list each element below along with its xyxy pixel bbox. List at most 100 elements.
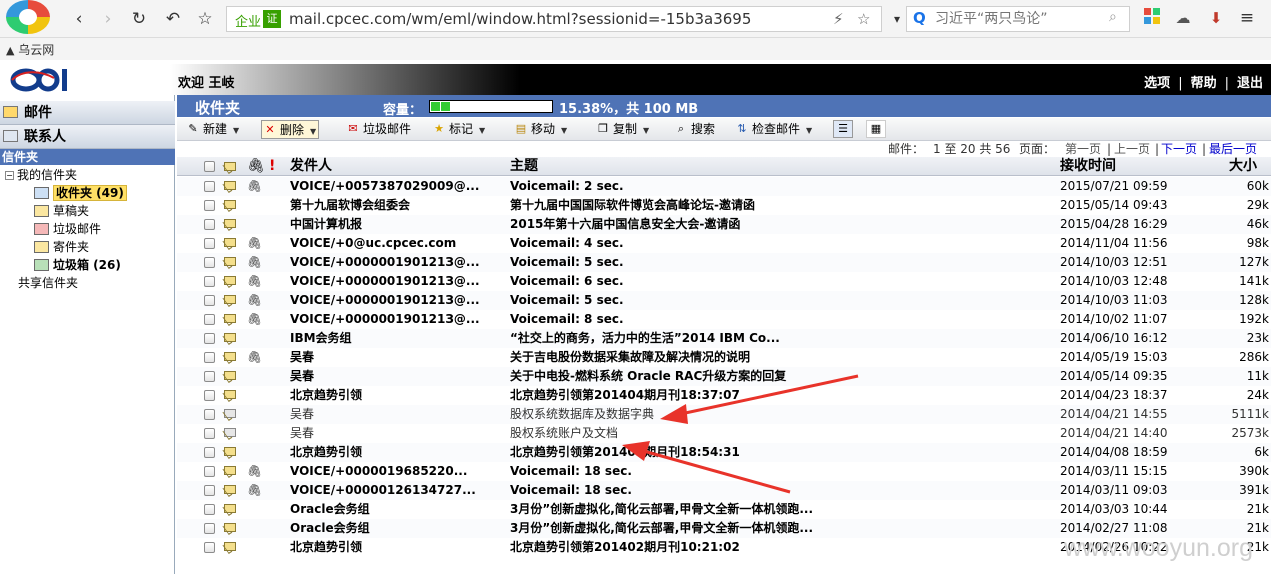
- message-checkbox[interactable]: [204, 390, 215, 401]
- message-subject[interactable]: 2015年第十六届中国信息安全大会-邀请函: [510, 215, 1050, 234]
- mark-button[interactable]: ★ 标记 ▼: [431, 120, 485, 139]
- back-icon[interactable]: ‹: [68, 8, 90, 30]
- message-checkbox[interactable]: [204, 333, 215, 344]
- certificate-badge[interactable]: 证: [263, 10, 281, 28]
- message-checkbox[interactable]: [204, 409, 215, 420]
- folder-sent[interactable]: 寄件夹: [34, 239, 89, 255]
- message-sender[interactable]: VOICE/+0000019685220...: [290, 462, 500, 481]
- message-subject[interactable]: Voicemail: 6 sec.: [510, 272, 1050, 291]
- read-status-header-icon[interactable]: [224, 162, 236, 171]
- message-checkbox[interactable]: [204, 276, 215, 287]
- first-page-link[interactable]: 第一页: [1065, 141, 1101, 157]
- message-row[interactable]: 🖇︎ 吴春 关于吉电股份数据采集故障及解决情况的说明 2014/05/19 15:03…: [177, 348, 1271, 367]
- options-link[interactable]: 选项: [1144, 76, 1170, 91]
- star-icon[interactable]: ☆: [857, 10, 870, 28]
- message-sender[interactable]: VOICE/+0057387029009@...: [290, 177, 500, 196]
- message-subject[interactable]: 股权系统数据库及数据字典: [510, 405, 1050, 424]
- message-sender[interactable]: VOICE/+000000190121З@...: [290, 253, 500, 272]
- message-checkbox[interactable]: [204, 238, 215, 249]
- column-subject[interactable]: 主题: [510, 157, 538, 176]
- last-page-link[interactable]: 最后一页: [1209, 141, 1257, 157]
- message-checkbox[interactable]: [204, 181, 215, 192]
- message-subject[interactable]: 第十九届中国国际软件博览会高峰论坛-邀请函: [510, 196, 1050, 215]
- lightning-icon[interactable]: ⚡︎: [833, 10, 844, 28]
- logout-link[interactable]: 退出: [1237, 76, 1263, 91]
- message-checkbox[interactable]: [204, 219, 215, 230]
- message-sender[interactable]: IBM会务组: [290, 329, 500, 348]
- message-row[interactable]: 🖇︎ VOICE/+0@uc.cpcec.com Voicemail: 4 sec.…: [177, 234, 1271, 253]
- message-sender[interactable]: 北京趋势引领: [290, 538, 500, 557]
- message-sender[interactable]: VOICE/+000000190121З@...: [290, 291, 500, 310]
- message-row[interactable]: 中国计算机报 2015年第十六届中国信息安全大会-邀请函 2015/04/28 16…: [177, 215, 1271, 234]
- forward-icon[interactable]: ›: [97, 8, 119, 30]
- copy-button[interactable]: ❐ 复制 ▼: [595, 120, 649, 139]
- message-sender[interactable]: VOICE/+000000190121З@...: [290, 310, 500, 329]
- message-checkbox[interactable]: [204, 371, 215, 382]
- message-row[interactable]: 吴春 关于中电投-燃料系统 Oracle RAC升级方案的回复 2014/05/14…: [177, 367, 1271, 386]
- message-subject[interactable]: Voicemail: 5 sec.: [510, 291, 1050, 310]
- message-row[interactable]: 🖇︎ VOICE/+00000126134727... Voicemail: 18 …: [177, 481, 1271, 500]
- menu-icon[interactable]: ≡: [1237, 8, 1257, 28]
- message-sender[interactable]: 北京趋势引领: [290, 443, 500, 462]
- help-link[interactable]: 帮助: [1191, 76, 1217, 91]
- message-subject[interactable]: Voicemail: 2 sec.: [510, 177, 1050, 196]
- undo-icon[interactable]: ↶: [162, 8, 184, 30]
- message-subject[interactable]: 关于吉电股份数据采集故障及解决情况的说明: [510, 348, 1050, 367]
- message-subject[interactable]: Voicemail: 5 sec.: [510, 253, 1050, 272]
- message-subject[interactable]: Voicemail: 8 sec.: [510, 310, 1050, 329]
- shared-folders[interactable]: 共享信件夹: [18, 275, 78, 291]
- message-sender[interactable]: 吴春: [290, 405, 500, 424]
- message-checkbox[interactable]: [204, 314, 215, 325]
- folder-spam[interactable]: 垃圾邮件: [34, 221, 101, 237]
- address-bar[interactable]: 企业 证 mail.cpcec.com/wm/eml/window.html?s…: [226, 6, 882, 32]
- message-row[interactable]: 🖇︎ VOICE/+0057387029009@... Voicemail: 2 s…: [177, 177, 1271, 196]
- dropdown-icon[interactable]: ▼: [643, 126, 649, 135]
- search-button[interactable]: ⌕ 搜索: [673, 120, 715, 139]
- message-checkbox[interactable]: [204, 485, 215, 496]
- reload-icon[interactable]: ↻: [128, 8, 150, 30]
- dropdown-icon[interactable]: ▼: [479, 126, 485, 135]
- message-subject[interactable]: 北京趋势引领第201402期月刊10:21:02: [510, 538, 1050, 557]
- message-checkbox[interactable]: [204, 504, 215, 515]
- message-subject[interactable]: Voicemail: 18 sec.: [510, 481, 1050, 500]
- download-icon[interactable]: ⬇: [1206, 8, 1226, 28]
- tab-contacts[interactable]: 联系人: [0, 125, 175, 149]
- address-dropdown-icon[interactable]: ▾: [886, 8, 908, 30]
- message-row[interactable]: Oracle会务组 3月份”创新虚拟化,简化云部署,甲骨文全新一体机领跑... 20…: [177, 500, 1271, 519]
- folder-drafts[interactable]: 草稿夹: [34, 203, 89, 219]
- message-row[interactable]: 🖇︎ VOICE/+000000190121З@... Voicemail: 6 s…: [177, 272, 1271, 291]
- collapse-icon[interactable]: −: [5, 171, 14, 180]
- message-checkbox[interactable]: [204, 523, 215, 534]
- message-subject[interactable]: 关于中电投-燃料系统 Oracle RAC升级方案的回复: [510, 367, 1050, 386]
- message-row[interactable]: 🖇︎ VOICE/+000000190121З@... Voicemail: 8 s…: [177, 310, 1271, 329]
- message-sender[interactable]: 吴春: [290, 367, 500, 386]
- select-all-checkbox[interactable]: [204, 161, 215, 172]
- message-checkbox[interactable]: [204, 466, 215, 477]
- my-folders[interactable]: − 我的信件夹: [5, 167, 77, 183]
- message-subject[interactable]: Voicemail: 18 sec.: [510, 462, 1050, 481]
- message-row[interactable]: 吴春 股权系统数据库及数据字典 2014/04/21 14:55 5111k: [177, 405, 1271, 424]
- attachment-header-icon[interactable]: 🖇︎: [247, 157, 265, 176]
- folder-inbox[interactable]: 收件夹 (49): [34, 185, 127, 201]
- message-subject[interactable]: 股权系统账户及文档: [510, 424, 1050, 443]
- message-checkbox[interactable]: [204, 200, 215, 211]
- move-button[interactable]: ▤ 移动 ▼: [513, 120, 567, 139]
- search-engine-icon[interactable]: Q: [913, 9, 926, 27]
- message-sender[interactable]: VOICE/+00000126134727...: [290, 481, 500, 500]
- message-sender[interactable]: 北京趋势引领: [290, 386, 500, 405]
- next-page-link[interactable]: 下一页: [1161, 141, 1197, 157]
- message-sender[interactable]: 第十九届软博会组委会: [290, 196, 500, 215]
- dropdown-icon[interactable]: ▼: [561, 126, 567, 135]
- message-row[interactable]: 第十九届软博会组委会 第十九届中国国际软件博览会高峰论坛-邀请函 2015/05/1…: [177, 196, 1271, 215]
- message-row[interactable]: IBM会务组 “社交上的商务，活力中的生活”2014 IBM Co... 2014/…: [177, 329, 1271, 348]
- message-sender[interactable]: Oracle会务组: [290, 500, 500, 519]
- column-size[interactable]: 大小: [1229, 157, 1257, 176]
- column-sender[interactable]: 发件人: [290, 157, 332, 176]
- message-checkbox[interactable]: [204, 447, 215, 458]
- message-checkbox[interactable]: [204, 428, 215, 439]
- spam-button[interactable]: ✉ 垃圾邮件: [345, 120, 411, 139]
- message-checkbox[interactable]: [204, 352, 215, 363]
- message-sender[interactable]: 吴春: [290, 348, 500, 367]
- preview-view-icon[interactable]: ▦: [866, 120, 886, 138]
- search-box[interactable]: Q ⌕: [906, 6, 1130, 32]
